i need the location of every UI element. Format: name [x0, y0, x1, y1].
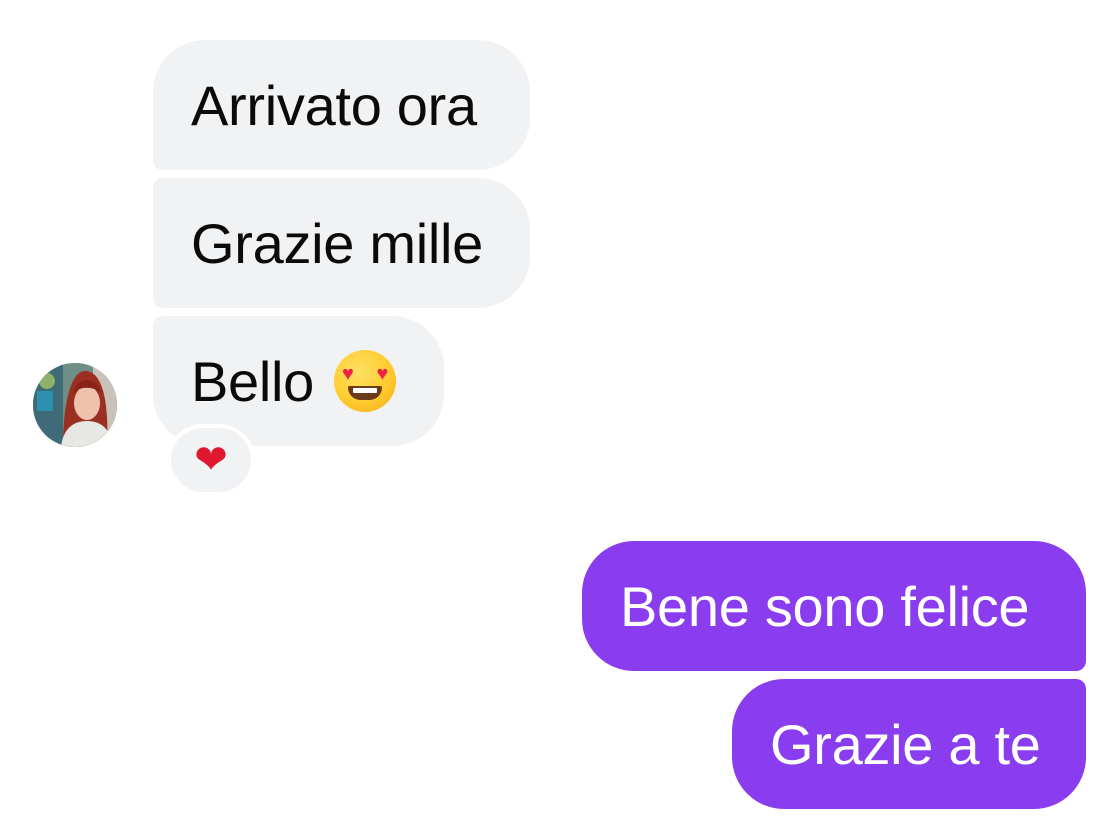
- message-text: Grazie mille: [191, 211, 484, 275]
- avatar-photo: [33, 363, 117, 447]
- outgoing-message-bubble[interactable]: Grazie a te: [732, 679, 1086, 809]
- red-heart-icon: ❤: [194, 438, 228, 482]
- outgoing-message-bubble[interactable]: Bene sono felice: [582, 541, 1086, 671]
- heart-eyes-emoji-icon: ♥ ♥: [334, 350, 397, 412]
- incoming-message-bubble[interactable]: Grazie mille: [153, 178, 530, 308]
- heart-reaction-badge[interactable]: ❤: [167, 424, 255, 496]
- avatar[interactable]: [33, 363, 117, 447]
- message-text: Grazie a te: [770, 712, 1041, 776]
- message-text: Arrivato ora: [191, 73, 477, 137]
- message-text: Bene sono felice: [620, 574, 1030, 638]
- message-text: Bello: [191, 349, 315, 413]
- incoming-message-bubble[interactable]: Arrivato ora: [153, 40, 530, 170]
